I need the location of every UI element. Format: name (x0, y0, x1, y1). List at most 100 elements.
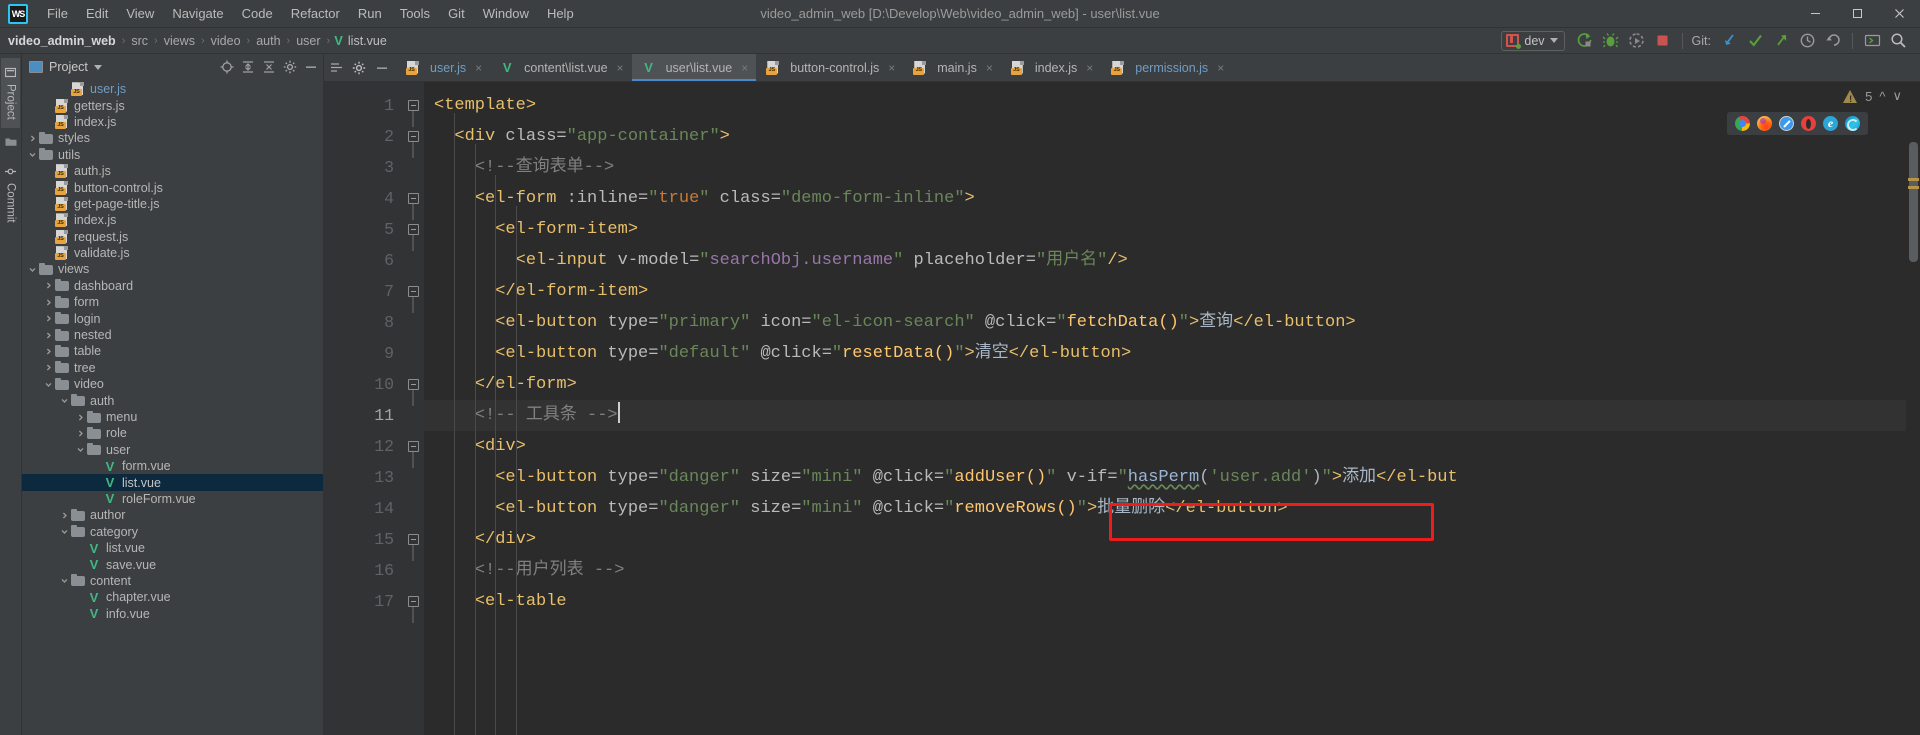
menu-item-file[interactable]: File (38, 2, 77, 25)
code-line[interactable]: <el-button type="danger" size="mini" @cl… (424, 462, 1920, 493)
tab-list-icon[interactable] (328, 60, 344, 76)
chevron-down-icon[interactable] (58, 527, 70, 536)
code-line[interactable]: <el-button type="danger" size="mini" @cl… (424, 493, 1920, 524)
breadcrumb-item-src[interactable]: src (129, 34, 150, 48)
tree-node-info-vue[interactable]: Vinfo.vue (22, 606, 323, 622)
git-rollback-button[interactable] (1821, 30, 1845, 52)
tree-node-nested[interactable]: nested (22, 327, 323, 343)
browser-preview-bar[interactable]: e (1727, 112, 1868, 135)
breadcrumb-root[interactable]: video_admin_web (6, 34, 118, 48)
close-icon[interactable]: × (1086, 61, 1093, 75)
git-push-button[interactable] (1769, 30, 1793, 52)
chevron-right-icon[interactable] (42, 331, 54, 340)
tree-node-auth-js[interactable]: JS auth.js (22, 163, 323, 179)
debug-button[interactable] (1599, 30, 1623, 52)
collapse-icon[interactable] (407, 379, 419, 390)
code-line[interactable]: <div> (424, 431, 1920, 462)
chevron-down-icon[interactable] (93, 64, 102, 70)
code-fold-marker[interactable] (402, 183, 424, 220)
code-line[interactable]: </el-form-item> (424, 276, 1920, 307)
menu-item-tools[interactable]: Tools (391, 2, 439, 25)
tree-node-user[interactable]: user (22, 442, 323, 458)
menu-item-edit[interactable]: Edit (77, 2, 117, 25)
breadcrumb-item-user[interactable]: user (294, 34, 322, 48)
collapse-icon[interactable] (407, 596, 419, 607)
tree-node-styles[interactable]: styles (22, 130, 323, 146)
code-fold-marker[interactable] (402, 121, 424, 158)
code-line[interactable]: <el-form :inline="true" class="demo-form… (424, 183, 1920, 214)
editor-tab-main-js[interactable]: JS main.js × (903, 54, 1001, 81)
code-fold-marker[interactable] (402, 586, 424, 623)
tree-node-video[interactable]: video (22, 376, 323, 392)
collapse-icon[interactable] (407, 534, 419, 545)
tree-node-list-vue[interactable]: Vlist.vue (22, 540, 323, 556)
tree-node-get-page-title-js[interactable]: JS get-page-title.js (22, 196, 323, 212)
close-icon[interactable]: × (888, 61, 895, 75)
code-fold-marker[interactable] (402, 276, 424, 313)
close-icon[interactable]: × (617, 61, 624, 75)
close-icon[interactable]: × (475, 61, 482, 75)
scrollbar-thumb[interactable] (1909, 142, 1918, 262)
tree-node-save-vue[interactable]: Vsave.vue (22, 556, 323, 572)
collapse-icon[interactable] (407, 224, 419, 235)
tree-node-auth[interactable]: auth (22, 392, 323, 408)
menu-item-window[interactable]: Window (474, 2, 538, 25)
chevron-right-icon[interactable] (74, 413, 86, 422)
git-update-button[interactable] (1717, 30, 1741, 52)
git-commit-button[interactable] (1743, 30, 1767, 52)
code-line[interactable]: <el-button type="default" @click="resetD… (424, 338, 1920, 369)
chevron-right-icon[interactable] (58, 511, 70, 520)
tree-node-request-js[interactable]: JS request.js (22, 229, 323, 245)
search-everywhere-button[interactable] (1886, 30, 1910, 52)
tree-node-validate-js[interactable]: JS validate.js (22, 245, 323, 261)
editor-tabs[interactable]: JS user.js × Vcontent\list.vue × Vuser\list.v… (396, 54, 1232, 81)
breadcrumb-item-video[interactable]: video (209, 34, 243, 48)
run-configuration-selector[interactable]: dev (1501, 30, 1565, 51)
chrome-icon[interactable] (1735, 116, 1750, 131)
tree-node-menu[interactable]: menu (22, 409, 323, 425)
editor-tab-button-control-js[interactable]: JS button-control.js × (756, 54, 903, 81)
collapse-icon[interactable] (407, 131, 419, 142)
hide-panel-button[interactable] (302, 59, 319, 76)
menu-item-git[interactable]: Git (439, 2, 474, 25)
tree-node-user-js[interactable]: JS user.js (22, 81, 323, 97)
internet-explorer-icon[interactable]: e (1823, 116, 1838, 131)
tree-node-author[interactable]: author (22, 507, 323, 523)
chevron-right-icon[interactable] (42, 314, 54, 323)
project-file-tree[interactable]: JS user.js JS getters.js JS index.js styles uti… (22, 80, 323, 735)
tree-node-getters-js[interactable]: JS getters.js (22, 97, 323, 113)
tree-node-role[interactable]: role (22, 425, 323, 441)
select-opened-file-button[interactable] (218, 59, 235, 76)
close-icon[interactable]: × (986, 61, 993, 75)
terminal-button[interactable] (1860, 30, 1884, 52)
tree-node-utils[interactable]: utils (22, 147, 323, 163)
tree-node-category[interactable]: category (22, 524, 323, 540)
menu-item-view[interactable]: View (117, 2, 163, 25)
chevron-down-icon[interactable] (58, 576, 70, 585)
chevron-right-icon[interactable] (42, 281, 54, 290)
code-line[interactable]: <el-button type="primary" icon="el-icon-… (424, 307, 1920, 338)
expand-all-button[interactable] (239, 59, 256, 76)
code-line[interactable]: </div> (424, 524, 1920, 555)
tree-node-button-control-js[interactable]: JS button-control.js (22, 179, 323, 195)
tree-node-table[interactable]: table (22, 343, 323, 359)
menu-item-help[interactable]: Help (538, 2, 583, 25)
collapse-icon[interactable] (407, 441, 419, 452)
menu-item-navigate[interactable]: Navigate (163, 2, 232, 25)
previous-problem-icon[interactable]: ^ (1879, 89, 1885, 104)
rail-item-commit[interactable]: Commit (1, 157, 20, 231)
code-line[interactable]: <el-table (424, 586, 1920, 617)
tree-node-chapter-vue[interactable]: Vchapter.vue (22, 589, 323, 605)
tree-node-index-js[interactable]: JS index.js (22, 212, 323, 228)
close-button[interactable] (1878, 0, 1920, 28)
editor-tab-permission-js[interactable]: JS permission.js × (1101, 54, 1232, 81)
chevron-right-icon[interactable] (74, 429, 86, 438)
close-icon[interactable]: × (1217, 61, 1224, 75)
chevron-down-icon[interactable] (26, 265, 38, 274)
safari-icon[interactable] (1779, 116, 1794, 131)
code-line[interactable]: <!--用户列表 --> (424, 555, 1920, 586)
editor-tab-index-js[interactable]: JS index.js × (1001, 54, 1101, 81)
tree-node-views[interactable]: views (22, 261, 323, 277)
collapse-all-button[interactable] (260, 59, 277, 76)
editor-tab-user-js[interactable]: JS user.js × (396, 54, 490, 81)
